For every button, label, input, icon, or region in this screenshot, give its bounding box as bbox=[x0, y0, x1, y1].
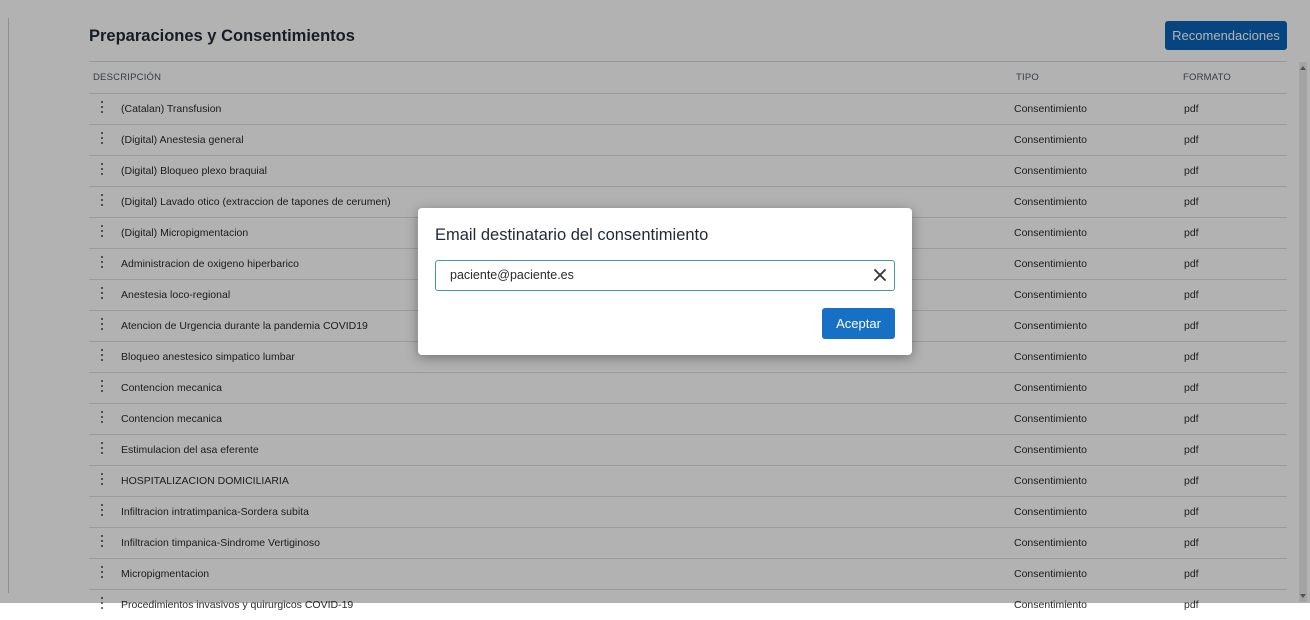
accept-button[interactable]: Aceptar bbox=[822, 308, 895, 339]
email-dialog: Email destinatario del consentimiento Ac… bbox=[418, 208, 912, 355]
email-input[interactable] bbox=[450, 266, 850, 284]
dialog-title: Email destinatario del consentimiento bbox=[435, 226, 709, 244]
close-icon[interactable] bbox=[872, 267, 888, 283]
email-field[interactable] bbox=[435, 260, 895, 291]
